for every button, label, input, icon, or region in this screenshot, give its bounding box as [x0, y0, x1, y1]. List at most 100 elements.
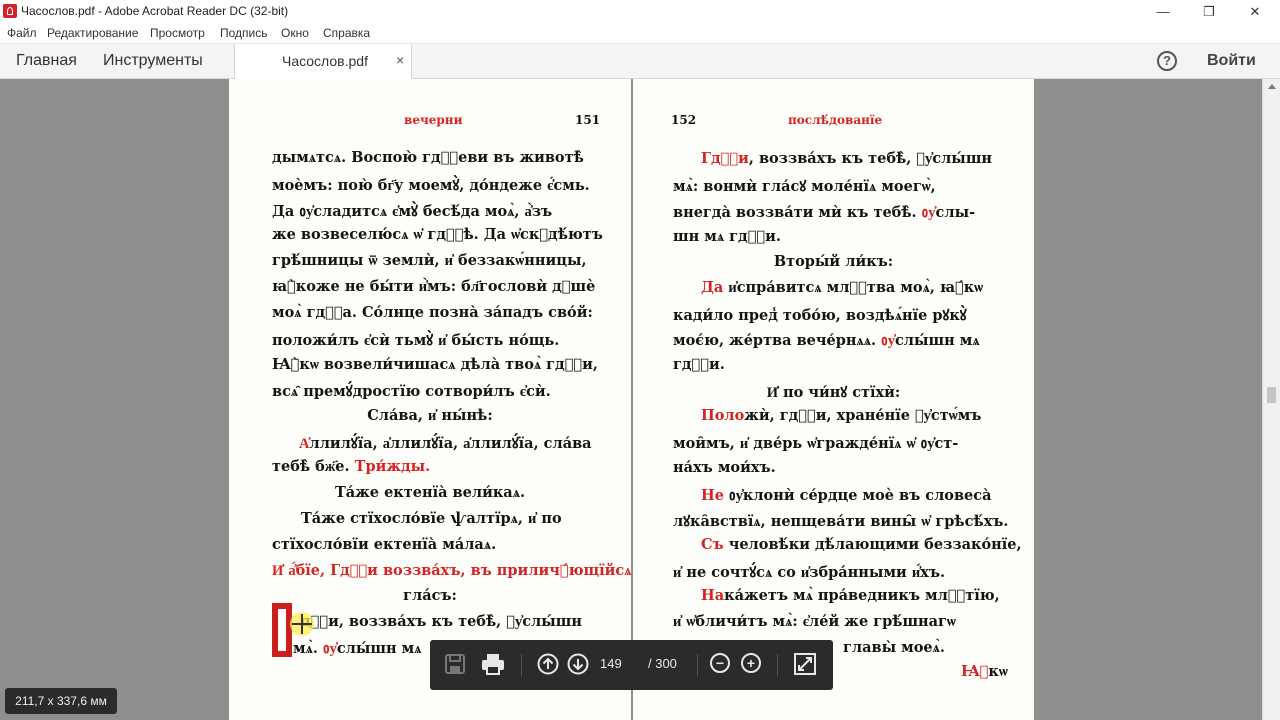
- crosshair-cursor-icon: [292, 614, 312, 634]
- title-bar: Часослов.pdf - Adobe Acrobat Reader DC (…: [0, 0, 1280, 23]
- zoom-in-button[interactable]: +: [741, 653, 765, 677]
- text-line: моѧ̀ гдⷭ҇а. Со́лнце позна̀ за́падъ сво́й…: [272, 304, 593, 321]
- text-line: Положѝ, гдⷭ҇и, хране́нїе ᲂу҆стѡ́мъ: [701, 407, 981, 425]
- login-button[interactable]: Войти: [1207, 52, 1256, 70]
- text-line: Ꙗ҆̀кѡ возвели́чишасѧ дѣла̀ твоѧ̀ гдⷭ҇и,: [272, 356, 598, 373]
- fit-page-button[interactable]: [794, 653, 818, 677]
- minimize-button[interactable]: —: [1140, 0, 1186, 23]
- text-line: же возвеселю́сѧ ѡ҆ гдⷭ҇ѣ. Да ѡ҆скꙋдѣ́ютъ: [272, 226, 603, 243]
- initial-letter: Да: [701, 279, 724, 296]
- close-tab-icon[interactable]: ×: [396, 52, 404, 68]
- text-line: положи́лъ є҆сѝ тьмꙋ̀ и҆ бы́сть но́щь.: [272, 332, 560, 349]
- line-text: слы́шн мѧ: [336, 640, 422, 657]
- text-line: тебѣ̀ бж҃е. Три́жды.: [272, 458, 430, 476]
- print-icon[interactable]: [481, 653, 505, 677]
- text-line: мои̑мъ, и҆ две́рь ѡ҆гражде́нїѧ ѡ҆ ᲂу҆ст-: [673, 435, 959, 452]
- rubric-vtoryi-lik: Вторы́й ли́къ:: [773, 253, 894, 270]
- vertical-scrollbar[interactable]: [1262, 79, 1280, 720]
- text-line: мѧ̀: вонмѝ гла́сꙋ моле́нїѧ моегѡ̀,: [673, 178, 936, 195]
- line-text: и҆спра́витсѧ млⷭ҇тва моѧ̀, ꙗ҆́кѡ: [723, 279, 984, 296]
- scroll-up-arrow-icon[interactable]: [1268, 84, 1276, 89]
- scroll-thumb[interactable]: [1267, 387, 1276, 403]
- text-line: Съ человѣ́ки дѣ́лающими беззако́нїе,: [701, 536, 1022, 553]
- text-line: мѧ̀. ᲂу҆слы́шн мѧ: [293, 638, 422, 658]
- zoom-out-icon: −: [710, 653, 730, 673]
- tab-document[interactable]: Часослов.pdf ×: [234, 44, 412, 80]
- rubric-abie-rest: въ приличꙋ́ющїйсѧ: [470, 562, 632, 579]
- toolbar-separator: [697, 654, 698, 676]
- rubric-trizhdy: Три́жды.: [354, 458, 431, 475]
- acrobat-app-icon: [3, 4, 17, 18]
- line-text: тебѣ̀ бж҃е.: [272, 458, 350, 475]
- help-icon[interactable]: ?: [1157, 51, 1177, 71]
- page-number: 151: [575, 113, 601, 127]
- text-line: Гдⷭ҇и, воззва́хъ къ тебѣ̀, ᲂу҆слы́шн: [701, 150, 992, 168]
- rubric-glas: гла́съ:: [403, 587, 457, 604]
- drop-cap-initial: [272, 603, 292, 657]
- line-text: ᲂу҆клонѝ се́рдце моѐ въ словеса̀: [723, 487, 992, 504]
- text-line: Не ᲂу҆клонѝ се́рдце моѐ въ словеса̀: [701, 485, 992, 505]
- text-line: И҆ а҆́бїе, Гдⷭ҇и воззва́хъ, въ приличꙋ́ю…: [272, 562, 632, 580]
- menu-edit[interactable]: Редактирование: [47, 26, 138, 40]
- text-line: Да и҆спра́витсѧ млⷭ҇тва моѧ̀, ꙗ҆́кѡ: [701, 279, 983, 297]
- rubric-po-chinu: И҆ по чи́нꙋ стїхѝ:: [766, 384, 901, 401]
- text-line: главы̀ моеѧ̀.: [843, 639, 945, 656]
- maximize-button[interactable]: ❐: [1186, 0, 1232, 23]
- menu-view[interactable]: Просмотр: [150, 26, 205, 40]
- page-number: 152: [671, 113, 697, 127]
- initial-letter: На: [701, 587, 725, 604]
- rubric-slava: Сла́ва, и҆ ны́нѣ:: [367, 407, 493, 424]
- rubric-stikh: Та́же стїхосло́вїе ѱалтїрѧ, и҆ по: [301, 510, 562, 527]
- next-page-button[interactable]: [567, 653, 591, 677]
- save-icon[interactable]: [444, 653, 468, 677]
- previous-page-button[interactable]: [537, 653, 561, 677]
- text-line: А҆ллилꙋ́їа, а҆ллилꙋ́їа, а҆ллилꙋ́їа, сла́…: [299, 433, 592, 453]
- rubric-ektenia: Та́же ектенїа̀ вели́каѧ.: [334, 484, 525, 501]
- document-tab-label: Часослов.pdf: [282, 53, 368, 69]
- line-text: человѣ́ки дѣ́лающими беззако́нїе,: [723, 536, 1022, 553]
- zoom-out-button[interactable]: −: [710, 653, 734, 677]
- window-title: Часослов.pdf - Adobe Acrobat Reader DC (…: [21, 4, 289, 18]
- line-text: слы́шн мѧ: [894, 332, 980, 349]
- line-text: кѡ: [988, 663, 1008, 680]
- menu-file[interactable]: Файл: [7, 26, 37, 40]
- text-line: на́хъ мои́хъ.: [673, 459, 776, 476]
- line-text: ллилꙋ́їа, а҆ллилꙋ́їа, а҆ллилꙋ́їа, сла́ва: [309, 435, 592, 452]
- menu-window[interactable]: Окно: [281, 26, 309, 40]
- text-line: лꙋка̑вствїѧ, непщева́ти вины̑ ѡ҆ грѣсѣ́х…: [673, 513, 1009, 530]
- floating-page-toolbar: 149 / 300 − +: [430, 640, 833, 690]
- text-line: дⷭ҇и, воззва́хъ къ тебѣ̀, ᲂу҆слы́шн: [301, 613, 583, 630]
- rubric-stikh: стїхосло́вїи ектенїа̀ ма́лаѧ.: [272, 536, 497, 553]
- text-line: шн мѧ гдⷭ҇и.: [673, 228, 781, 245]
- tab-home[interactable]: Главная: [16, 52, 77, 70]
- close-window-button[interactable]: ✕: [1232, 0, 1278, 23]
- menu-sign[interactable]: Подпись: [220, 26, 268, 40]
- initial-letter: Поло: [701, 407, 745, 424]
- text-line: Да ᲂу҆сладитсѧ є҆мꙋ̀ бесѣ́да моѧ̀, а҆̀зъ: [272, 203, 553, 220]
- menu-help[interactable]: Справка: [323, 26, 370, 40]
- text-line: Нака́жетъ мѧ̀ пра́ведникъ млⷭ҇тїю,: [701, 587, 1000, 605]
- text-line: внегда̀ воззва́ти мѝ къ тебѣ̀. ᲂу҆слы-: [673, 202, 975, 222]
- page-header-title: послѣ́дованїе: [788, 113, 883, 127]
- text-line: ꙗ҆̀коже не бы́ти и҆̀мъ: бл҃гословѝ дꙋшѐ: [272, 278, 596, 295]
- line-text: внегда̀ воззва́ти мѝ къ тебѣ̀.: [673, 204, 917, 221]
- text-line: гдⷭ҇и.: [673, 356, 725, 373]
- initial-letter: Не: [701, 487, 724, 504]
- line-text: слы-: [935, 204, 976, 221]
- tab-tools[interactable]: Инструменты: [103, 52, 203, 70]
- text-line: кади́ло пред̾ тобо́ю, воздѣѧ́нїе рꙋкꙋ̀: [673, 307, 967, 324]
- text-line: и҆ не сочтꙋ́сѧ со и҆збра́нными и҆́хъ.: [673, 564, 946, 581]
- toolbar-separator: [521, 654, 522, 676]
- pdf-page-151: вечерни 151 дымѧтсѧ. Воспою̀ гдⷭ҇еви въ …: [229, 79, 632, 720]
- initial-letter: Съ: [701, 536, 724, 553]
- text-line: моє́ю, же́ртва вече́рнѧѧ. ᲂу҆слы́шн мѧ: [673, 330, 980, 350]
- initial-letter: ᲂу҆: [921, 204, 936, 221]
- text-line: всѧ̑ премꙋ́дростїю сотвори́лъ є҆сѝ.: [272, 383, 551, 400]
- page-size-indicator: 211,7 x 337,6 мм: [5, 688, 117, 714]
- document-viewport[interactable]: вечерни 151 дымѧтсѧ. Воспою̀ гдⷭ҇еви въ …: [0, 79, 1262, 720]
- page-header-title: вечерни: [404, 113, 463, 127]
- current-page-input[interactable]: 149: [600, 656, 622, 671]
- initial-letter: Ꙗ҆: [961, 663, 989, 680]
- line-text: ка́жетъ мѧ̀ пра́ведникъ млⷭ҇тїю,: [724, 587, 1000, 604]
- initial-letter: Гдⷭ҇и: [701, 150, 749, 167]
